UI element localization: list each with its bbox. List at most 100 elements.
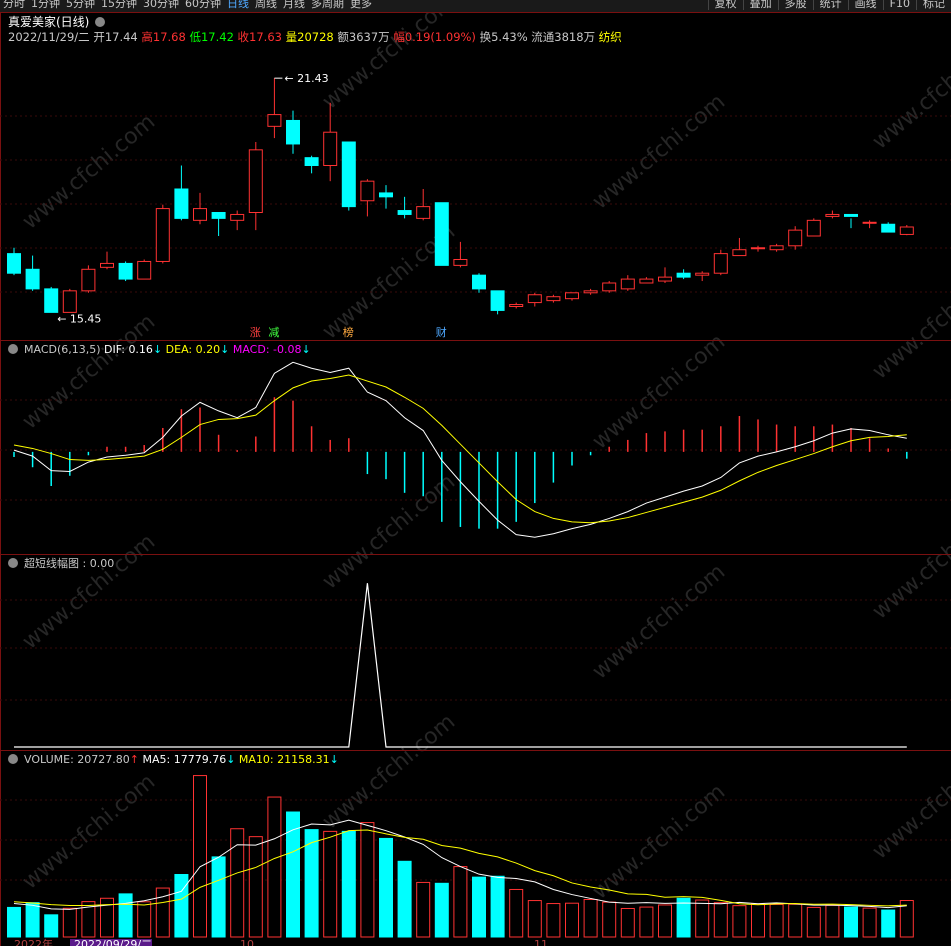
candle	[713, 249, 728, 276]
period-tab[interactable]: 日线	[224, 0, 252, 10]
volume-bar	[490, 875, 505, 938]
candle	[434, 202, 449, 266]
tool-tab[interactable]: 统计	[812, 0, 848, 10]
candle	[379, 185, 393, 209]
period-toolbar: 分时 1分钟 5分钟 15分钟 30分钟 60分钟 日线 周线 月线 多周期 更多 复权 叠加 多股 统计…	[0, 0, 951, 13]
volume-bar	[509, 888, 524, 938]
candle	[695, 271, 710, 282]
quote-float: 3818万	[554, 30, 598, 44]
indicator-polyline	[14, 583, 907, 748]
volume-bar	[118, 893, 133, 938]
candle	[490, 290, 505, 315]
tool-tab[interactable]: 画线	[847, 0, 883, 10]
volume-bar	[862, 907, 877, 938]
candle	[416, 189, 431, 221]
quote-sector: 纺织	[599, 30, 622, 44]
period-tab[interactable]: 60分钟	[182, 0, 224, 10]
event-marker-3[interactable]: 榜	[343, 325, 354, 339]
watermark-text: www.cfchi.com	[18, 769, 160, 894]
volume-bar	[658, 904, 672, 938]
price-header: 真爱美家(日线) 2022/11/29/二 开17.44 高17.68 低17.…	[8, 14, 622, 44]
tool-tab[interactable]: 复权	[707, 0, 743, 10]
volume-header: VOLUME: 20727.80↑ MA5: 17779.76↓ MA10: 2…	[8, 753, 339, 766]
tool-tab[interactable]: 标记	[916, 0, 951, 10]
volume-bar	[341, 830, 356, 938]
macd-header: MACD(6,13,5) DIF: 0.16↓ DEA: 0.20↓ MACD:…	[8, 343, 311, 356]
chevron-down-icon[interactable]	[95, 17, 105, 27]
indicator-line	[14, 583, 907, 748]
period-tab[interactable]: 多周期	[308, 0, 347, 10]
watermark-text: www.cfchi.com	[868, 739, 951, 864]
volume-bar	[565, 902, 579, 938]
candle	[806, 218, 821, 237]
candle	[639, 277, 654, 284]
tool-tab[interactable]: 多股	[777, 0, 813, 10]
tool-tab[interactable]: F10	[882, 0, 916, 10]
watermark-text: www.cfchi.com	[318, 469, 460, 594]
event-marker-4[interactable]: 财	[436, 325, 447, 339]
volume-bar	[211, 856, 226, 938]
low-price-marker: ← 15.45	[57, 312, 101, 325]
candle	[788, 226, 803, 250]
date-axis: 2022年 2022/09/29/二 10 11	[14, 937, 548, 946]
quote-date: 2022/11/29/二	[8, 30, 93, 44]
macd-dea: 0.20	[196, 343, 221, 356]
event-marker-1[interactable]: 涨	[250, 326, 261, 339]
volume-bar	[806, 906, 821, 938]
tool-tab[interactable]: 叠加	[742, 0, 778, 10]
candle	[7, 247, 21, 276]
period-tab[interactable]: 1分钟	[28, 0, 63, 10]
volume-bar	[751, 903, 765, 938]
watermark-text: www.cfchi.com	[588, 329, 730, 454]
period-tab[interactable]: 月线	[280, 0, 308, 10]
candle	[527, 292, 542, 307]
month-tick-10: 10	[240, 938, 254, 946]
chevron-down-icon[interactable]	[8, 344, 18, 354]
watermark-text: www.cfchi.com	[588, 779, 730, 904]
candle	[360, 179, 375, 217]
event-marker-2[interactable]: 减	[268, 326, 279, 339]
candle	[509, 302, 524, 309]
macd-name: MACD(6,13,5)	[24, 343, 104, 356]
ma10-value: 21158.31	[277, 753, 330, 766]
volume-bar	[472, 876, 486, 938]
macd-legend: MACD(6,13,5) DIF: 0.16↓ DEA: 0.20↓ MACD:…	[24, 343, 311, 356]
chevron-down-icon[interactable]	[8, 754, 18, 764]
candle	[118, 261, 133, 282]
watermark-text: www.cfchi.com	[868, 259, 951, 384]
candle	[881, 222, 896, 233]
volume-bar	[416, 881, 431, 938]
period-tab[interactable]: 更多	[347, 0, 375, 10]
candle	[602, 281, 617, 293]
svg-text:超短线幅图 : 0.00: 超短线幅图 : 0.00	[24, 556, 114, 570]
indicator-header: 超短线幅图 : 0.00	[8, 556, 114, 570]
candle	[769, 243, 784, 252]
volume-bar	[286, 811, 300, 938]
volume-bar	[267, 796, 282, 938]
volume-bar	[881, 909, 896, 938]
quote-high: 17.68	[153, 30, 190, 44]
watermark-text: www.cfchi.com	[18, 529, 160, 654]
volume-bar	[527, 900, 542, 938]
volume-bar	[453, 866, 468, 938]
candle	[472, 273, 486, 293]
volume-bar	[695, 899, 710, 938]
high-price-marker: ← 21.43	[284, 72, 328, 85]
volume-bar	[713, 902, 728, 938]
volume-value: 20727.80	[77, 753, 130, 766]
chevron-down-icon[interactable]	[8, 558, 18, 568]
candle	[341, 141, 356, 211]
candle	[155, 204, 170, 264]
candle	[81, 265, 96, 293]
period-tab[interactable]: 分时	[0, 0, 28, 10]
period-tab[interactable]: 30分钟	[140, 0, 182, 10]
volume-bar	[397, 860, 412, 938]
tool-tabs: 复权 叠加 多股 统计 画线 F10 标记	[707, 0, 951, 10]
period-tab[interactable]: 周线	[252, 0, 280, 10]
volume-bar	[7, 906, 21, 938]
stock-chart[interactable]: www.cfchi.com www.cfchi.com www.cfchi.com w…	[0, 13, 951, 946]
period-tab[interactable]: 5分钟	[63, 0, 98, 10]
volume-bar	[248, 836, 263, 938]
volume-bar	[137, 901, 152, 938]
period-tab[interactable]: 15分钟	[98, 0, 140, 10]
